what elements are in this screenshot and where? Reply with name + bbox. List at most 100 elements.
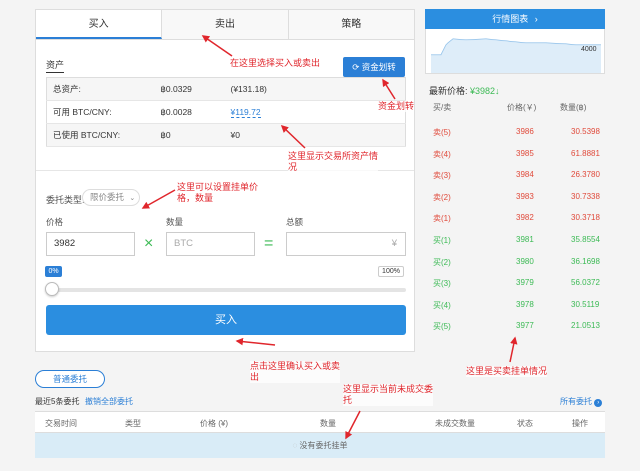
orderbook-side: 卖(3) bbox=[433, 171, 451, 181]
all-orders-link[interactable]: 所有委托 › bbox=[560, 396, 603, 407]
orderbook-amount: 61.8881 bbox=[571, 148, 600, 158]
orderbook-price: 3986 bbox=[516, 127, 534, 136]
orderbook-header-amount: 数量(฿) bbox=[560, 103, 587, 112]
assets-label: 总资产: bbox=[46, 77, 155, 101]
orderbook-side: 买(2) bbox=[433, 257, 451, 267]
annotation-price-line1: 这里可以设置挂单价 bbox=[177, 182, 259, 192]
orderbook-amount: 30.5398 bbox=[571, 127, 600, 136]
assets-row-used: 已使用 BTC/CNY: ฿0 ¥0 bbox=[46, 123, 406, 147]
orders-col-action: 操作 bbox=[572, 419, 588, 428]
amount-slider-track[interactable] bbox=[50, 288, 406, 292]
orderbook-price: 3981 bbox=[516, 235, 534, 244]
annotation-confirm: 点击这里确认买入或卖 出 bbox=[250, 361, 341, 383]
multiply-icon: × bbox=[144, 235, 154, 252]
orderbook-price: 3977 bbox=[516, 321, 534, 331]
annotation-assets-line2: 况 bbox=[288, 162, 298, 172]
market-chart-button[interactable]: 行情图表 › bbox=[425, 9, 605, 29]
quantity-label: 数量 bbox=[166, 217, 184, 227]
orders-col-unfilled: 未成交数量 bbox=[435, 419, 475, 428]
annotation-tab: 在这里选择买入或卖出 bbox=[230, 58, 321, 69]
cancel-all-orders-link[interactable]: 撤销全部委托 bbox=[85, 396, 133, 407]
annotation-assets: 这里显示交易所资产情 况 bbox=[288, 151, 379, 173]
arrow-to-orderbook bbox=[509, 336, 518, 363]
chevron-right-icon: › bbox=[534, 14, 538, 24]
annotation-pending-line2: 托 bbox=[343, 395, 353, 405]
order-type-value: 限价委托 bbox=[90, 192, 125, 202]
mini-chart-area bbox=[431, 39, 601, 73]
annotation-transfer: 资金划转 bbox=[378, 101, 415, 112]
order-type-label: 委托类型: bbox=[46, 195, 85, 205]
submit-buy-button[interactable]: 买入 bbox=[46, 305, 406, 335]
order-type-select[interactable]: 限价委托 ⌄ bbox=[82, 189, 140, 206]
orderbook-side: 买(1) bbox=[433, 236, 451, 245]
orderbook-side: 卖(1) bbox=[433, 214, 451, 224]
all-orders-label: 所有委托 bbox=[560, 397, 592, 406]
latest-price-label: 最新价格: bbox=[429, 86, 471, 96]
orderbook-side: 卖(2) bbox=[433, 192, 451, 202]
orderbook-amount: 35.8554 bbox=[571, 235, 600, 244]
tab-sell[interactable]: 卖出 bbox=[162, 10, 289, 39]
annotation-assets-line1: 这里显示交易所资产情 bbox=[288, 151, 379, 161]
fund-transfer-button[interactable]: ⟳ 资金划转 bbox=[343, 57, 405, 77]
mini-chart-svg: 4000 bbox=[431, 38, 601, 73]
orders-empty-text: 没有委托挂单 bbox=[299, 441, 348, 450]
orderbook-price: 3978 bbox=[516, 299, 534, 309]
orderbook-header-side: 买/卖 bbox=[433, 103, 452, 112]
orders-col-type: 类型 bbox=[125, 419, 141, 428]
normal-order-tab[interactable]: 普通委托 bbox=[35, 370, 105, 388]
assets-cny: ¥0 bbox=[224, 123, 406, 147]
percent-max-button[interactable]: 100% bbox=[378, 266, 404, 277]
orderbook-amount: 21.0513 bbox=[571, 321, 600, 331]
arrow-right-circle-icon: › bbox=[594, 399, 603, 407]
fund-transfer-label: 资金划转 bbox=[361, 62, 396, 72]
available-cny-link[interactable]: ¥119.72 bbox=[230, 107, 261, 118]
orderbook-side: 卖(4) bbox=[433, 149, 451, 159]
total-input[interactable]: ¥ bbox=[286, 232, 406, 256]
orderbook-header-price: 价格(￥) bbox=[507, 103, 537, 112]
assets-btc: ฿0.0329 bbox=[154, 77, 225, 101]
assets-btc: ฿0 bbox=[154, 123, 225, 147]
orders-col-quantity: 数量 bbox=[320, 419, 336, 428]
amount-slider-handle[interactable] bbox=[45, 282, 59, 296]
assets-row-total: 总资产: ฿0.0329 (¥131.18) bbox=[46, 77, 406, 101]
chevron-down-icon: ⌄ bbox=[129, 195, 136, 202]
assets-table: 总资产: ฿0.0329 (¥131.18) 可用 BTC/CNY: ฿0.00… bbox=[46, 77, 406, 147]
orderbook-price: 3983 bbox=[516, 191, 534, 201]
assets-label: 已使用 BTC/CNY: bbox=[46, 123, 155, 147]
exchange-trade-page: 买入 卖出 策略 资产 ⟳ 资金划转 总资产: ฿0.0329 (¥131.18… bbox=[0, 0, 640, 471]
orders-table-header: 交易时间 类型 价格 (¥) 数量 未成交数量 状态 操作 bbox=[35, 411, 605, 433]
orderbook-amount: 30.3718 bbox=[571, 213, 600, 223]
annotation-price: 这里可以设置挂单价 格，数量 bbox=[177, 182, 259, 204]
assets-title: 资产 bbox=[46, 58, 65, 73]
market-chart-label: 行情图表 bbox=[492, 14, 529, 24]
orderbook-amount: 30.5119 bbox=[571, 299, 600, 309]
orders-empty-row: ◌ 没有委托挂单 bbox=[35, 433, 605, 458]
orderbook-price: 3982 bbox=[516, 213, 534, 223]
mini-price-chart[interactable]: 4000 bbox=[425, 29, 605, 74]
orderbook-side: 买(4) bbox=[433, 300, 451, 310]
orderbook-price: 3985 bbox=[516, 148, 534, 158]
trade-panel: 买入 卖出 策略 资产 ⟳ 资金划转 总资产: ฿0.0329 (¥131.18… bbox=[35, 9, 415, 352]
tab-strategy[interactable]: 策略 bbox=[288, 10, 414, 39]
orderbook-amount: 36.1698 bbox=[571, 256, 600, 266]
refresh-icon: ⟳ bbox=[352, 62, 362, 72]
assets-row-available: 可用 BTC/CNY: ฿0.0028 ¥119.72 bbox=[46, 100, 406, 124]
percent-current-badge: 0% bbox=[45, 266, 62, 277]
orderbook-price: 3980 bbox=[516, 256, 534, 266]
orders-col-price: 价格 (¥) bbox=[200, 419, 228, 428]
annotation-confirm-line1: 点击这里确认买入或卖 bbox=[250, 361, 341, 371]
assets-cny: (¥131.18) bbox=[224, 77, 406, 101]
orderbook-side: 买(5) bbox=[433, 322, 451, 332]
tab-buy[interactable]: 买入 bbox=[36, 10, 163, 39]
mini-chart-value-label: 4000 bbox=[581, 46, 597, 53]
orderbook-price: 3979 bbox=[516, 278, 534, 288]
orders-col-time: 交易时间 bbox=[45, 419, 77, 428]
annotation-pending-line1: 这里显示当前未成交委 bbox=[343, 384, 434, 394]
total-label: 总额 bbox=[286, 217, 304, 227]
price-input[interactable]: 3982 bbox=[46, 232, 135, 256]
orderbook-price: 3984 bbox=[516, 170, 534, 180]
annotation-orderbook: 这里是买卖挂单情况 bbox=[466, 366, 548, 377]
quantity-input[interactable]: BTC bbox=[166, 232, 255, 256]
annotation-price-line2: 格，数量 bbox=[177, 193, 214, 203]
annotation-pending: 这里显示当前未成交委 托 bbox=[343, 384, 434, 406]
